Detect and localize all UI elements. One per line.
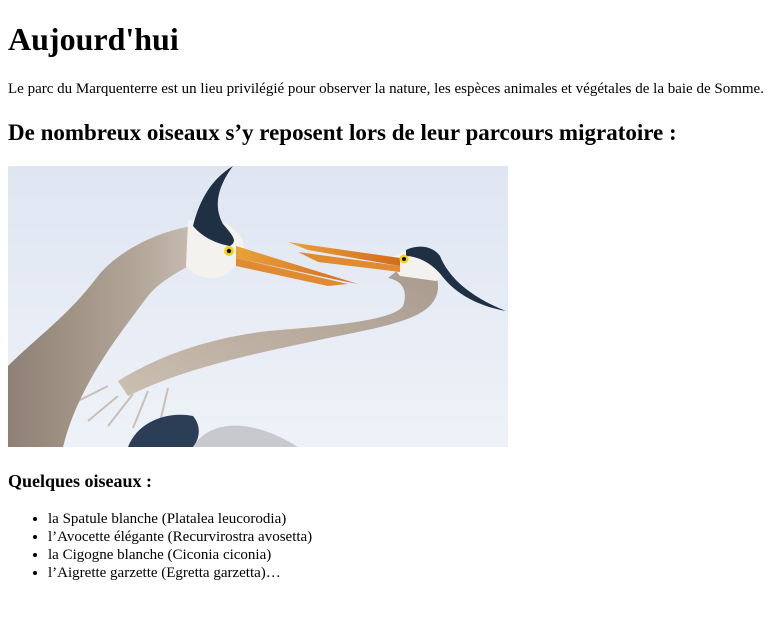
- list-item: l’Aigrette garzette (Egretta garzetta)…: [48, 564, 768, 582]
- heron-illustration: [8, 166, 508, 447]
- intro-paragraph: Le parc du Marquenterre est un lieu priv…: [8, 81, 764, 97]
- list-item: la Cigogne blanche (Ciconia ciconia): [48, 546, 768, 564]
- heron-photo: [8, 166, 508, 447]
- list-item: la Spatule blanche (Platalea leucorodia): [48, 510, 768, 528]
- page-title: Aujourd'hui: [8, 21, 179, 57]
- page-content: Aujourd'hui Le parc du Marquenterre est …: [0, 0, 776, 582]
- bird-list: la Spatule blanche (Platalea leucorodia)…: [8, 510, 768, 582]
- list-item: l’Avocette élégante (Recurvirostra avose…: [48, 528, 768, 546]
- bird-list-title: Quelques oiseaux :: [8, 471, 153, 491]
- section-heading: De nombreux oiseaux s’y reposent lors de…: [8, 120, 677, 145]
